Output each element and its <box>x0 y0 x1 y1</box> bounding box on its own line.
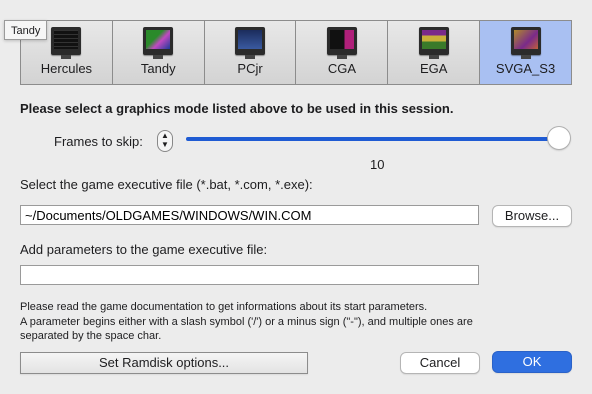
tooltip: Tandy <box>4 20 48 40</box>
ramdisk-options-button[interactable]: Set Ramdisk options... <box>20 352 308 374</box>
mode-pcjr[interactable]: PCjr <box>204 21 297 84</box>
parameters-label: Add parameters to the game executive fil… <box>20 242 268 257</box>
mode-label: EGA <box>419 61 448 76</box>
chevron-down-icon[interactable]: ▼ <box>158 140 172 149</box>
parameters-field[interactable] <box>20 265 479 285</box>
pcjr-monitor-icon <box>235 27 266 59</box>
frameskip-stepper[interactable]: ▲ ▼ <box>157 130 173 152</box>
cancel-button[interactable]: Cancel <box>400 352 480 374</box>
tandy-monitor-icon <box>143 27 174 59</box>
mode-label: CGA <box>327 61 356 76</box>
executable-label: Select the game executive file (*.bat, *… <box>20 177 313 192</box>
info-line: separated by the space char. <box>20 330 162 342</box>
cga-monitor-icon <box>326 27 357 59</box>
info-line: A parameter begins either with a slash s… <box>20 315 473 328</box>
mode-label: Hercules <box>40 61 93 76</box>
ok-button[interactable]: OK <box>492 351 572 373</box>
mode-label: Tandy <box>140 61 176 76</box>
frameskip-label: Frames to skip: <box>54 134 143 149</box>
mode-cga[interactable]: CGA <box>296 21 389 84</box>
info-line: Please read the game documentation to ge… <box>20 301 428 313</box>
mode-label: SVGA_S3 <box>495 61 556 76</box>
ega-monitor-icon <box>418 27 449 59</box>
mode-instruction-heading: Please select a graphics mode listed abo… <box>20 101 454 116</box>
frameskip-slider-thumb[interactable] <box>548 127 570 149</box>
executable-path-field[interactable] <box>20 205 479 225</box>
mode-svga-s3[interactable]: SVGA_S3 <box>480 21 571 84</box>
mode-ega[interactable]: EGA <box>388 21 481 84</box>
svga-monitor-icon <box>510 27 541 59</box>
graphics-mode-selector: Hercules Tandy PCjr CGA EGA SVGA_S3 <box>20 20 572 85</box>
hercules-monitor-icon <box>51 27 82 59</box>
frameskip-slider[interactable] <box>186 137 562 141</box>
mode-tandy[interactable]: Tandy <box>112 21 205 84</box>
chevron-up-icon[interactable]: ▲ <box>158 131 172 140</box>
browse-button[interactable]: Browse... <box>492 205 572 227</box>
frameskip-value: 10 <box>370 157 385 172</box>
parameters-info-text: Please read the game documentation to ge… <box>20 300 540 344</box>
session-dialog: Tandy Hercules Tandy PCjr CGA EGA SVGA_S… <box>0 0 592 394</box>
mode-label: PCjr <box>237 61 263 76</box>
